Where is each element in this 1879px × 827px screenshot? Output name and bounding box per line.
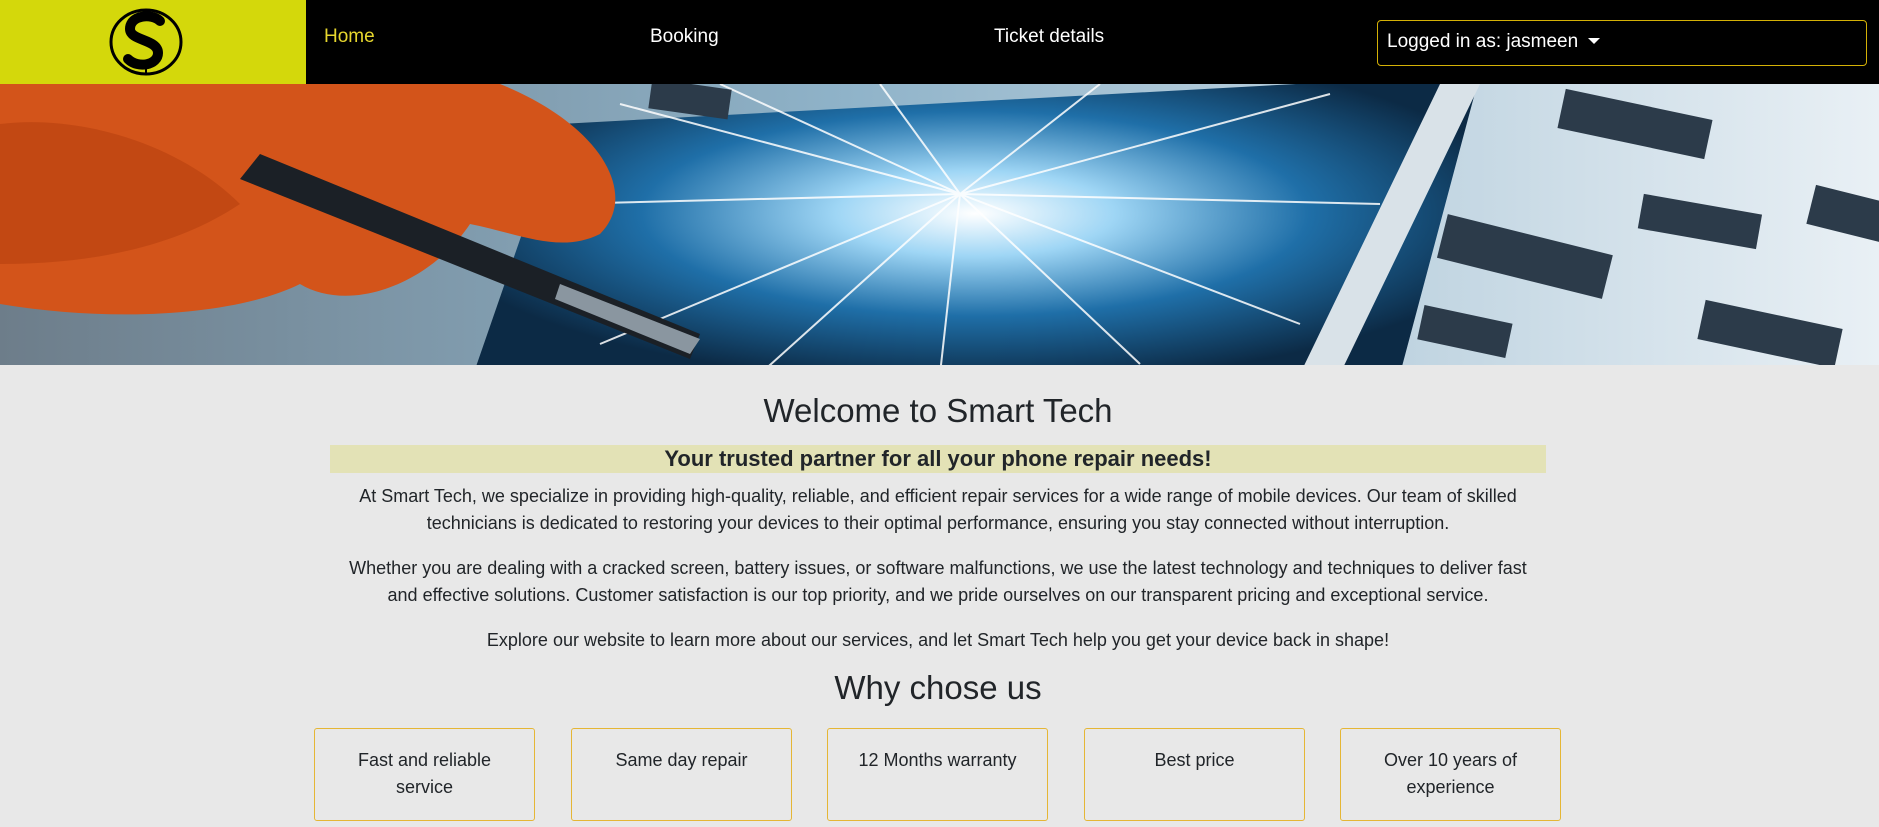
logo-container[interactable] (0, 0, 306, 84)
why-choose-us-title: Why chose us (834, 668, 1042, 706)
nav-link-home[interactable]: Home (324, 26, 375, 48)
smart-tech-logo-icon (109, 8, 183, 76)
feature-card-best-price: Best price (1084, 728, 1305, 821)
tagline: Your trusted partner for all your phone … (330, 444, 1546, 473)
broken-phone-banner-image (0, 84, 1879, 365)
features-list: Fast and reliable service Same day repai… (314, 728, 1564, 822)
feature-card-same-day: Same day repair (571, 728, 792, 821)
nav-link-booking[interactable]: Booking (650, 26, 719, 48)
nav-link-ticket-details[interactable]: Ticket details (994, 26, 1104, 48)
main-content: Welcome to Smart Tech Your trusted partn… (330, 365, 1546, 707)
intro-paragraph-2: Whether you are dealing with a cracked s… (349, 557, 1527, 605)
intro-paragraph-3: Explore our website to learn more about … (486, 629, 1390, 650)
user-dropdown-label: Logged in as: jasmeen (1387, 31, 1579, 52)
feature-card-fast-reliable: Fast and reliable service (314, 728, 535, 821)
top-navbar: Home Booking Ticket details Logged in as… (0, 0, 1879, 84)
intro-paragraph-1: At Smart Tech, we specialize in providin… (359, 485, 1517, 533)
page-title: Welcome to Smart Tech (763, 392, 1113, 429)
feature-card-warranty: 12 Months warranty (827, 728, 1048, 821)
feature-card-experience: Over 10 years of experience (1340, 728, 1561, 821)
user-dropdown-button[interactable]: Logged in as: jasmeen (1377, 20, 1867, 66)
hero-banner (0, 84, 1879, 365)
caret-down-icon (1588, 38, 1601, 44)
